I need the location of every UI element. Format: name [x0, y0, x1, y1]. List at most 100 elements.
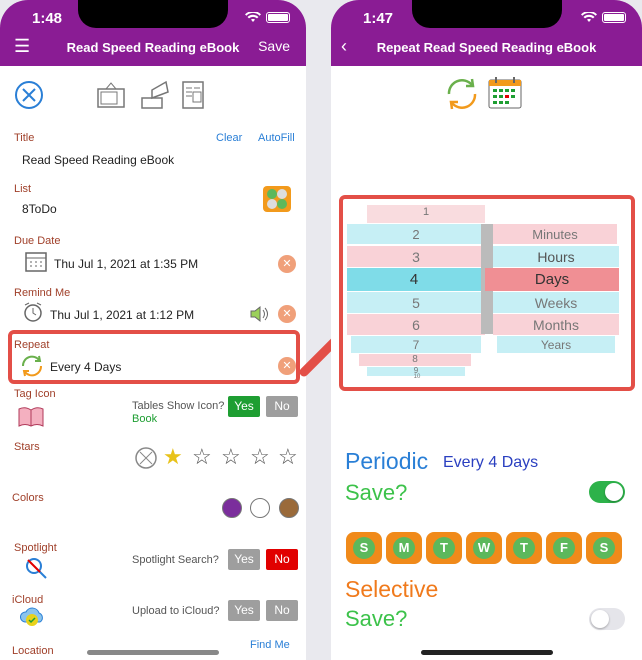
- repeat-picker[interactable]: 1 2 3 4 5 6 7 8 9 10 Minutes Hours Days …: [347, 203, 627, 383]
- day-thursday-button[interactable]: T: [506, 532, 542, 564]
- clear-button[interactable]: Clear: [216, 132, 242, 144]
- tables-yes-button[interactable]: Yes: [228, 396, 260, 417]
- status-time: 1:47: [363, 10, 394, 27]
- tag-name: Book: [132, 413, 158, 425]
- spotlight-yes-button[interactable]: Yes: [228, 549, 260, 570]
- page-title: Repeat Read Speed Reading eBook: [376, 40, 597, 55]
- periodic-save-toggle[interactable]: [589, 481, 625, 503]
- selective-save-toggle[interactable]: [589, 608, 625, 630]
- battery-icon: [266, 12, 290, 23]
- periodic-label: Periodic: [345, 448, 429, 474]
- book-icon[interactable]: [180, 80, 206, 110]
- periodic-value: Every 4 Days: [443, 454, 539, 471]
- location-label: Location: [12, 645, 54, 657]
- number-selected[interactable]: 4: [347, 271, 481, 288]
- list-icon[interactable]: [263, 186, 291, 212]
- due-date-value[interactable]: Thu Jul 1, 2021 at 1:35 PM: [54, 257, 198, 271]
- notch: [411, 0, 562, 28]
- icloud-no-button[interactable]: No: [266, 600, 298, 621]
- nav-bar: 1:48 ☰ Read Speed Reading eBook Save: [0, 0, 306, 66]
- close-icon[interactable]: [14, 80, 44, 110]
- edit-task-screen: 1:48 ☰ Read Speed Reading eBook Save Tit…: [0, 0, 306, 660]
- colors-label: Colors: [12, 492, 44, 504]
- day-label: W: [473, 537, 495, 559]
- due-date-label: Due Date: [14, 235, 61, 247]
- unit-option[interactable]: Months: [493, 317, 619, 333]
- icloud-yes-button[interactable]: Yes: [228, 600, 260, 621]
- calendar-mode-icon[interactable]: [488, 76, 522, 110]
- unit-option[interactable]: Weeks: [493, 295, 619, 311]
- spotlight-no-button[interactable]: No: [266, 549, 298, 570]
- number-option[interactable]: 10: [375, 374, 459, 380]
- save-button[interactable]: Save: [258, 38, 290, 54]
- star-5-icon[interactable]: ☆: [278, 446, 298, 468]
- open-book-icon: [18, 407, 44, 427]
- day-monday-button[interactable]: M: [386, 532, 422, 564]
- number-option[interactable]: 6: [347, 317, 485, 333]
- color-brown-swatch[interactable]: [279, 498, 299, 518]
- day-friday-button[interactable]: F: [546, 532, 582, 564]
- speaker-icon[interactable]: [249, 304, 271, 324]
- repeat-highlight: [8, 330, 300, 384]
- selective-label: Selective: [345, 576, 439, 602]
- autofill-button[interactable]: AutoFill: [258, 132, 295, 144]
- status-icons: [581, 12, 626, 23]
- repeat-value[interactable]: Every 4 Days: [50, 360, 121, 374]
- day-label: T: [433, 537, 455, 559]
- remind-value[interactable]: Thu Jul 1, 2021 at 1:12 PM: [50, 308, 194, 322]
- unit-option[interactable]: Minutes: [493, 227, 617, 242]
- number-option[interactable]: 1: [367, 206, 485, 218]
- home-indicator: [420, 650, 553, 655]
- day-label: S: [353, 537, 375, 559]
- status-icons: [245, 12, 290, 23]
- day-label: S: [593, 537, 615, 559]
- alarm-clock-icon: [24, 302, 42, 322]
- repeat-icon[interactable]: [19, 353, 45, 379]
- tables-no-button[interactable]: No: [266, 396, 298, 417]
- icloud-icon: [19, 607, 43, 626]
- clear-due-icon[interactable]: ✕: [278, 255, 296, 273]
- no-stars-icon[interactable]: [134, 446, 158, 470]
- star-3-icon[interactable]: ☆: [221, 446, 241, 468]
- battery-icon: [602, 12, 626, 23]
- unit-option[interactable]: Hours: [493, 249, 619, 265]
- day-label: T: [513, 537, 535, 559]
- spotlight-label: Spotlight: [14, 542, 57, 554]
- number-option[interactable]: 2: [347, 227, 485, 242]
- number-option[interactable]: 5: [347, 295, 485, 311]
- find-me-button[interactable]: Find Me: [250, 639, 290, 651]
- day-label: F: [553, 537, 575, 559]
- tv-icon[interactable]: [96, 80, 128, 110]
- star-1-icon[interactable]: ★: [163, 446, 183, 468]
- stars-label: Stars: [14, 441, 40, 453]
- unit-selected[interactable]: Days: [485, 271, 619, 288]
- day-saturday-button[interactable]: S: [586, 532, 622, 564]
- unit-option[interactable]: Years: [497, 338, 615, 352]
- phonograph-icon[interactable]: [138, 80, 172, 110]
- day-sunday-button[interactable]: S: [346, 532, 382, 564]
- day-tuesday-button[interactable]: T: [426, 532, 462, 564]
- repeat-mode-icon[interactable]: [444, 76, 480, 112]
- icloud-question: Upload to iCloud?: [132, 605, 220, 617]
- notch: [78, 0, 228, 28]
- number-option[interactable]: 7: [351, 338, 481, 352]
- list-label: List: [14, 183, 32, 195]
- color-purple-swatch[interactable]: [222, 498, 242, 518]
- status-time: 1:48: [32, 10, 63, 27]
- title-field[interactable]: Read Speed Reading eBook: [22, 153, 174, 167]
- nav-bar: 1:47 ‹ Repeat Read Speed Reading eBook: [331, 0, 642, 66]
- calendar-icon: [25, 252, 47, 272]
- wifi-icon: [581, 12, 597, 22]
- color-white-swatch[interactable]: [250, 498, 270, 518]
- periodic-save-label: Save?: [345, 480, 408, 505]
- day-wednesday-button[interactable]: W: [466, 532, 502, 564]
- wifi-icon: [245, 12, 261, 22]
- selective-save-label: Save?: [345, 606, 408, 631]
- number-option[interactable]: 8: [359, 354, 471, 365]
- list-value[interactable]: 8ToDo: [22, 202, 57, 216]
- star-4-icon[interactable]: ☆: [250, 446, 270, 468]
- title-label: Title: [14, 132, 35, 144]
- tables-show-label: Tables Show Icon?: [132, 400, 225, 412]
- star-2-icon[interactable]: ☆: [192, 446, 212, 468]
- number-option[interactable]: 3: [347, 249, 485, 265]
